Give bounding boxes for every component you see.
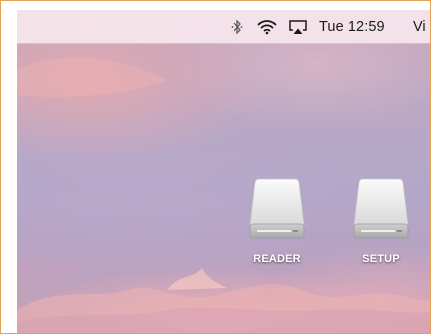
menubar-user-name[interactable]: Vi: [413, 10, 426, 43]
external-drive-icon: [249, 178, 305, 239]
wallpaper-clouds: [17, 57, 430, 333]
bluetooth-icon[interactable]: [227, 10, 247, 43]
wifi-icon[interactable]: [255, 10, 279, 43]
airplay-icon[interactable]: [287, 10, 309, 43]
desktop-icon-reader[interactable]: READER: [237, 177, 317, 265]
desktop-icon-setup[interactable]: SETUP: [341, 177, 421, 265]
external-drive-icon: [353, 178, 409, 239]
desktop: Tue 12:59 Vi READER SETUP: [17, 10, 430, 333]
desktop-icon-label: SETUP: [362, 253, 400, 265]
screenshot-frame: Tue 12:59 Vi READER SETUP: [0, 0, 431, 334]
menubar-clock[interactable]: Tue 12:59: [319, 10, 385, 43]
menu-bar: Tue 12:59 Vi: [17, 10, 430, 43]
desktop-icon-label: READER: [253, 253, 301, 265]
